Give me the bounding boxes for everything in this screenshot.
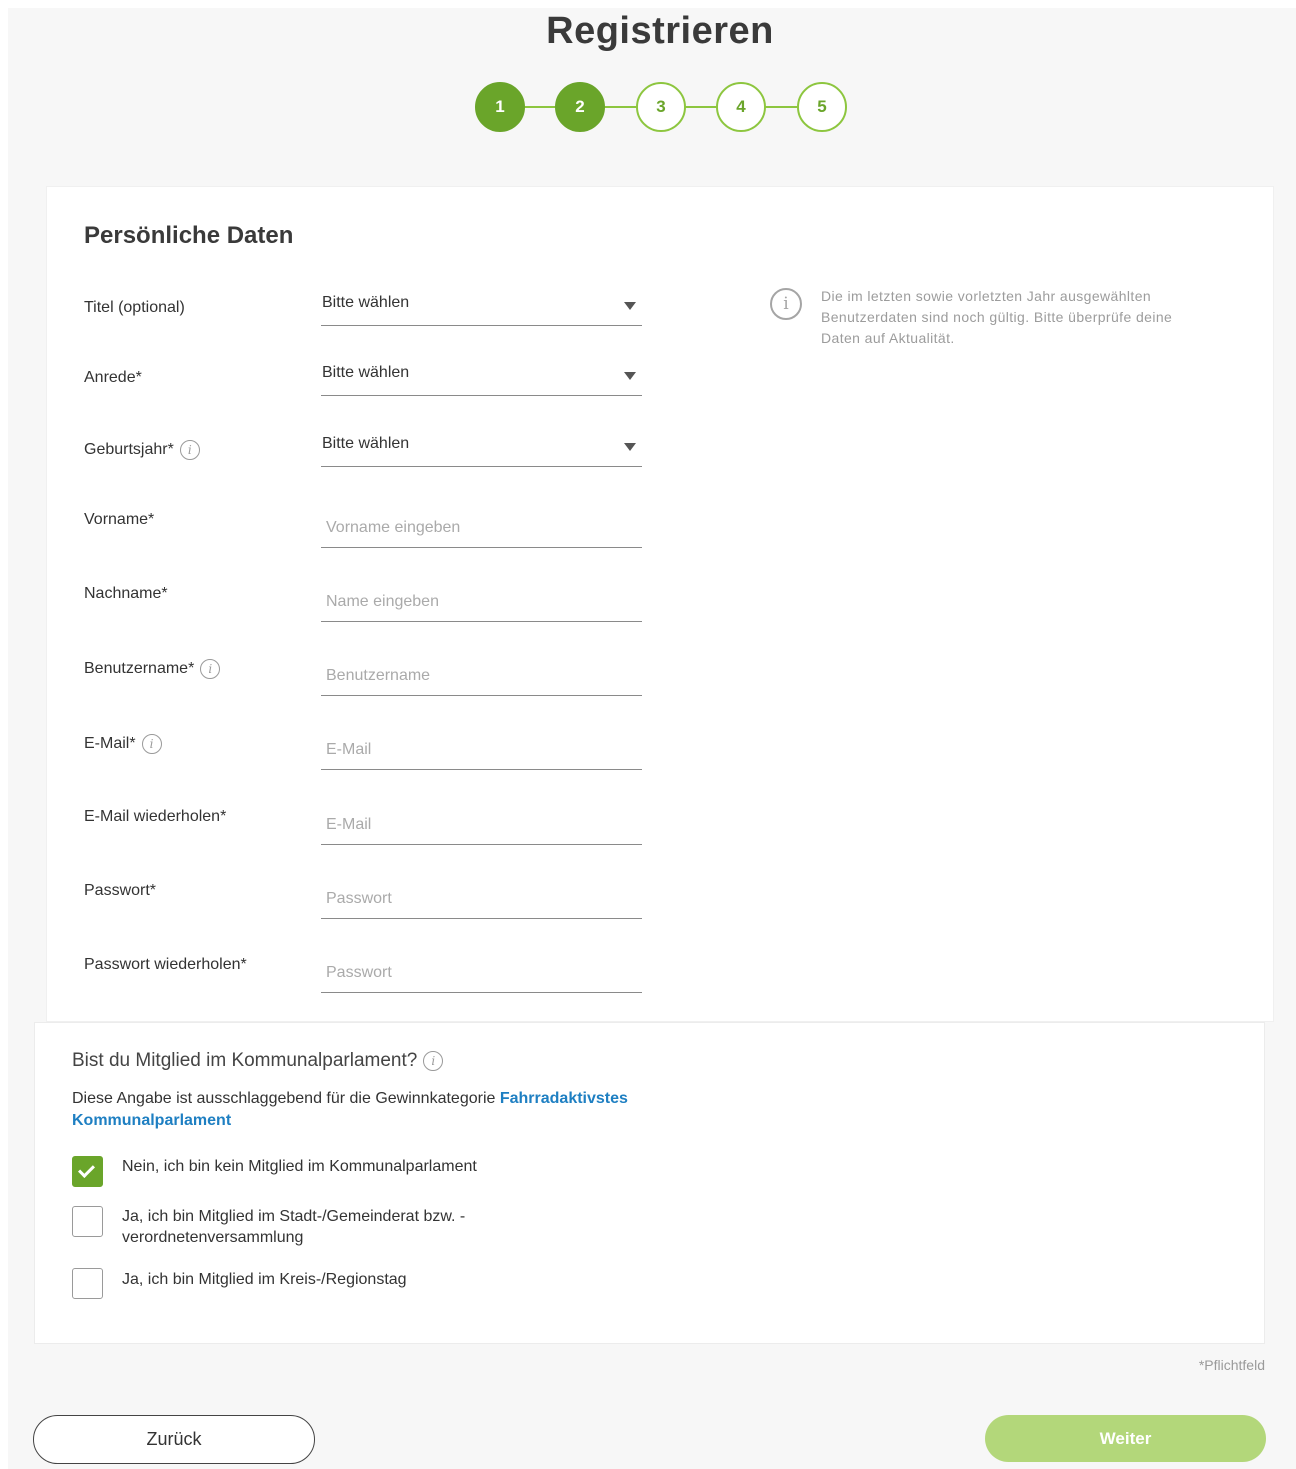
vorname-field xyxy=(321,508,642,548)
benutzername-input[interactable] xyxy=(321,656,642,695)
membership-description: Diese Angabe ist ausschlaggebend für die… xyxy=(72,1088,632,1132)
next-button[interactable]: Weiter xyxy=(985,1415,1266,1462)
checkbox-district-council[interactable] xyxy=(72,1268,103,1299)
step-5: 5 xyxy=(797,82,847,132)
step-4: 4 xyxy=(716,82,766,132)
info-icon[interactable]: i xyxy=(200,659,221,679)
info-icon[interactable]: i xyxy=(423,1051,444,1071)
password-input[interactable] xyxy=(321,879,642,918)
chevron-down-icon xyxy=(624,302,636,310)
password-label: Passwort* xyxy=(84,882,156,900)
info-icon: i xyxy=(770,288,802,320)
vorname-label-text: Vorname* xyxy=(84,511,155,528)
email-repeat-label: E-Mail wiederholen* xyxy=(84,808,226,826)
progress-stepper: 1 2 3 4 5 xyxy=(475,82,847,132)
benutzername-field xyxy=(321,656,642,696)
email-label: E-Mail* i xyxy=(84,734,162,754)
password-repeat-label: Passwort wiederholen* xyxy=(84,956,247,974)
titel-label: Titel (optional) xyxy=(84,299,185,317)
step-connector xyxy=(603,106,637,108)
titel-label-text: Titel (optional) xyxy=(84,299,185,316)
anrede-label-text: Anrede* xyxy=(84,369,142,386)
password-repeat-label-text: Passwort wiederholen* xyxy=(84,956,247,973)
membership-question-text: Bist du Mitglied im Kommunalparlament? xyxy=(72,1050,418,1071)
anrede-label: Anrede* xyxy=(84,369,142,387)
membership-description-text: Diese Angabe ist ausschlaggebend für die… xyxy=(72,1090,496,1107)
titel-select-value: Bitte wählen xyxy=(322,294,410,311)
required-field-note: *Pflichtfeld xyxy=(1198,1357,1265,1373)
hint-text: Die im letzten sowie vorletzten Jahr aus… xyxy=(821,288,1173,346)
email-repeat-label-text: E-Mail wiederholen* xyxy=(84,808,227,825)
password-label-text: Passwort* xyxy=(84,882,157,899)
geburtsjahr-label: Geburtsjahr* i xyxy=(84,440,200,460)
chevron-down-icon xyxy=(624,443,636,451)
email-label-text: E-Mail* xyxy=(84,735,136,752)
geburtsjahr-label-text: Geburtsjahr* xyxy=(84,441,174,458)
email-input[interactable] xyxy=(321,730,642,769)
vorname-input[interactable] xyxy=(321,508,642,547)
anrede-select[interactable]: Bitte wählen xyxy=(321,356,642,396)
step-connector xyxy=(684,106,718,108)
password-repeat-input[interactable] xyxy=(321,953,642,992)
option-label[interactable]: Nein, ich bin kein Mitglied im Kommunalp… xyxy=(122,1156,502,1177)
membership-question: Bist du Mitglied im Kommunalparlament? i xyxy=(72,1050,444,1072)
nachname-label-text: Nachname* xyxy=(84,585,168,602)
titel-select[interactable]: Bitte wählen xyxy=(321,286,642,326)
email-repeat-input[interactable] xyxy=(321,805,642,844)
password-field xyxy=(321,879,642,919)
info-icon[interactable]: i xyxy=(141,734,162,754)
info-icon[interactable]: i xyxy=(179,440,200,460)
section-heading: Persönliche Daten xyxy=(84,222,294,249)
nachname-input[interactable] xyxy=(321,582,642,621)
step-connector xyxy=(523,106,557,108)
email-field xyxy=(321,730,642,770)
nachname-field xyxy=(321,582,642,622)
vorname-label: Vorname* xyxy=(84,511,154,529)
password-repeat-field xyxy=(321,953,642,993)
anrede-select-value: Bitte wählen xyxy=(322,364,410,381)
checkbox-not-member[interactable] xyxy=(72,1156,103,1187)
geburtsjahr-select[interactable]: Bitte wählen xyxy=(321,427,642,467)
chevron-down-icon xyxy=(624,372,636,380)
geburtsjahr-select-value: Bitte wählen xyxy=(322,435,410,452)
email-repeat-field xyxy=(321,805,642,845)
option-label[interactable]: Ja, ich bin Mitglied im Kreis-/Regionsta… xyxy=(122,1269,502,1290)
page-title: Registrieren xyxy=(546,10,774,52)
option-label[interactable]: Ja, ich bin Mitglied im Stadt-/Gemeinder… xyxy=(122,1206,502,1248)
step-connector xyxy=(764,106,798,108)
nachname-label: Nachname* xyxy=(84,585,168,603)
checkmark-icon xyxy=(78,1161,95,1178)
step-1: 1 xyxy=(475,82,525,132)
step-3: 3 xyxy=(636,82,686,132)
back-button[interactable]: Zurück xyxy=(33,1415,315,1464)
step-2: 2 xyxy=(555,82,605,132)
benutzername-label: Benutzername* i xyxy=(84,659,221,679)
benutzername-label-text: Benutzername* xyxy=(84,660,195,677)
checkbox-city-council[interactable] xyxy=(72,1206,103,1237)
